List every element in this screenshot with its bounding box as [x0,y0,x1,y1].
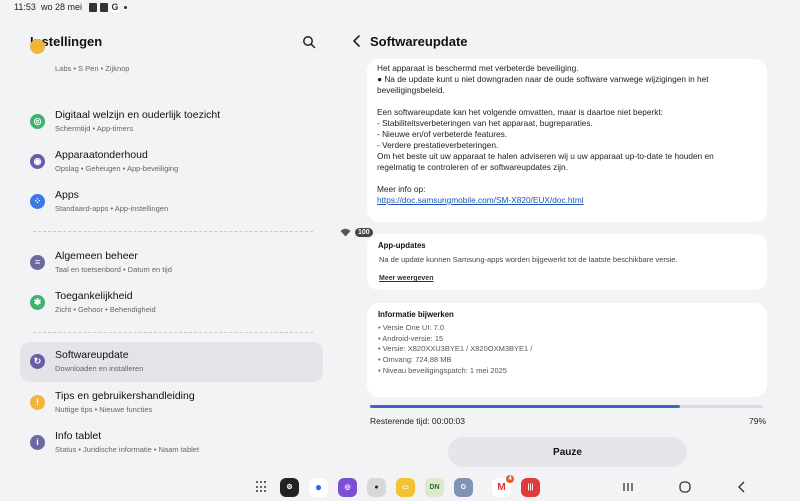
sliders-icon: ≡ [30,255,45,270]
remaining-time: Resterende tijd: 00:00:03 [370,416,465,426]
app-updates-card: App-updates Na de update kunnen Samsung-… [367,234,767,290]
status-bar: 11:53 wo 28 mei G 100 [0,0,800,237]
software-update-icon: ↻ [30,354,45,369]
notes-line: - Nieuwe en/of verbeterde features. [377,129,508,139]
app-updates-desc: Na de update kunnen Samsung-apps worden … [379,255,678,264]
notes-line: ● Na de update kunt u niet downgraden na… [377,74,709,84]
notes-line: regelmatig te controleren of er software… [377,162,568,172]
info-line: • Versie: X820XXU3BYE1 / X820OXM3BYE1 / [378,344,533,354]
sidebar-item-sub: Schermtijd • App-timers [55,124,134,133]
dn-app-icon[interactable]: DN [425,478,444,497]
status-date: wo 28 mei [41,2,83,12]
release-notes-link[interactable]: https://doc.samsungmobile.com/SM-X820/EU… [377,195,584,205]
sidebar-item-software-update[interactable]: ↻ Softwareupdate Downloaden en installer… [20,342,323,382]
sidebar-item-general-management[interactable]: ≡ Algemeen beheer Taal en toetsenbord • … [20,243,323,283]
divider [33,332,313,333]
voice-recorder-app-icon[interactable]: ||| [521,478,540,497]
sidebar-item-sub: Standaard-apps • App-instellingen [55,204,169,213]
sidebar-item-device-care[interactable]: ◉ Apparaatonderhoud Opslag • Geheugen • … [20,142,323,182]
settings-list-pane: Instellingen Labs • S Pen • Zijknop ◎ Di… [0,16,340,476]
sidebar-item-accessibility[interactable]: ✱ Toegankelijkheid Zicht • Gehoor • Behe… [20,283,323,323]
update-info-card: Informatie bijwerken • Versie One UI: 7.… [367,303,767,397]
notes-line: beveiligingsbeleid. [377,85,445,95]
release-notes-card: Het apparaat is beschermd met verbeterde… [367,59,767,222]
gmail-app-icon[interactable]: M4 [492,475,514,497]
sidebar-item-sub: Taal en toetsenbord • Datum en tijd [55,265,172,274]
wellbeing-icon: ◎ [30,114,45,129]
google-icon: G [111,2,119,12]
messages-app-icon[interactable]: ● [309,478,328,497]
notes-app-icon[interactable]: ▭ [396,478,415,497]
update-info-list: • Versie One UI: 7.0 • Android-versie: 1… [378,323,756,377]
notes-line: - Verdere prestatieverbeteringen. [377,140,499,150]
back-nav-icon[interactable] [734,480,750,494]
gmail-badge: 4 [506,475,514,483]
sidebar-item-label: Toegankelijkheid [55,290,133,302]
sidebar-item-label: Apps [55,189,79,201]
sidebar-item-sub: Opslag • Geheugen • App-beveiliging [55,164,179,173]
pane-title: Softwareupdate [370,34,468,49]
notification-icon [89,3,97,12]
lightbulb-icon: ! [30,395,45,410]
info-line: • Versie One UI: 7.0 [378,323,444,332]
info-line: • Omvang: 724,88 MB [378,355,452,365]
more-notifications-icon [124,6,127,9]
sidebar-item-advanced-features[interactable]: Labs • S Pen • Zijknop [20,39,323,76]
sidebar-item-apps[interactable]: ⁘ Apps Standaard-apps • App-instellingen [20,182,323,222]
recents-icon[interactable] [620,480,636,494]
more-info-label: Meer info op: [377,184,426,194]
update-info-heading: Informatie bijwerken [378,310,454,319]
notes-line: Het apparaat is beschermd met verbeterde… [377,63,579,73]
status-time: 11:53 [14,2,36,12]
notes-line: Een softwareupdate kan het volgende omva… [377,107,663,117]
advanced-features-icon [30,39,45,54]
progress-fill [370,405,681,408]
notification-icons: G [89,3,127,12]
sidebar-item-sub: Labs • S Pen • Zijknop [55,64,130,73]
progress-percent: 79% [748,416,766,426]
apps-grid-icon: ⁘ [30,194,45,209]
settings-app-icon[interactable]: ⚙ [280,478,299,497]
sidebar-item-label: Info tablet [55,430,102,442]
sidebar-item-tips[interactable]: ! Tips en gebruikershandleiding Nuttige … [20,383,323,423]
internet-app-icon[interactable]: ◎ [338,478,357,497]
back-arrow-icon[interactable] [350,34,364,48]
app-updates-heading: App-updates [378,241,426,250]
show-more-link[interactable]: Meer weergeven [379,275,433,282]
sidebar-item-digital-wellbeing[interactable]: ◎ Digitaal welzijn en ouderlijk toezicht… [20,102,323,142]
sidebar-item-sub: Downloaden en installeren [55,364,144,373]
sidebar-item-label: Algemeen beheer [55,250,138,262]
info-line: • Niveau beveiligingspatch: 1 mei 2025 [378,365,507,375]
sidebar-item-about-tablet[interactable]: i Info tablet Status • Juridische inform… [20,423,323,463]
sidebar-item-label: Tips en gebruikershandleiding [55,390,195,402]
sidebar-item-label: Digitaal welzijn en ouderlijk toezicht [55,109,221,121]
translate-app-icon[interactable]: G [454,478,473,497]
notes-line: - Stabiliteitsverbeteringen van het appa… [377,118,593,128]
divider [33,231,313,232]
home-icon[interactable] [677,480,693,494]
sidebar-item-sub: Nuttige tips • Nieuwe functies [55,405,153,414]
sidebar-item-sub: Status • Juridische informatie • Naam ta… [55,445,200,454]
notification-icon [100,3,108,12]
pause-button[interactable]: Pauze [448,437,687,467]
notes-line: Om het beste uit uw apparaat te halen ad… [377,151,714,161]
info-icon: i [30,435,45,450]
camera-app-icon[interactable]: ● [367,478,386,497]
taskbar: ⚙ ● ◎ ● ▭ DN G M4 ||| [0,475,800,501]
download-progress-bar [370,405,763,408]
sidebar-item-sub: Zicht • Gehoor • Behendigheid [55,305,156,314]
sidebar-item-label: Softwareupdate [55,349,129,361]
accessibility-icon: ✱ [30,295,45,310]
info-line: • Android-versie: 15 [378,333,444,343]
software-update-pane: Softwareupdate Het apparaat is beschermd… [340,16,800,476]
app-drawer-icon[interactable] [256,481,268,493]
sidebar-item-label: Apparaatonderhoud [55,149,148,161]
device-care-icon: ◉ [30,154,45,169]
